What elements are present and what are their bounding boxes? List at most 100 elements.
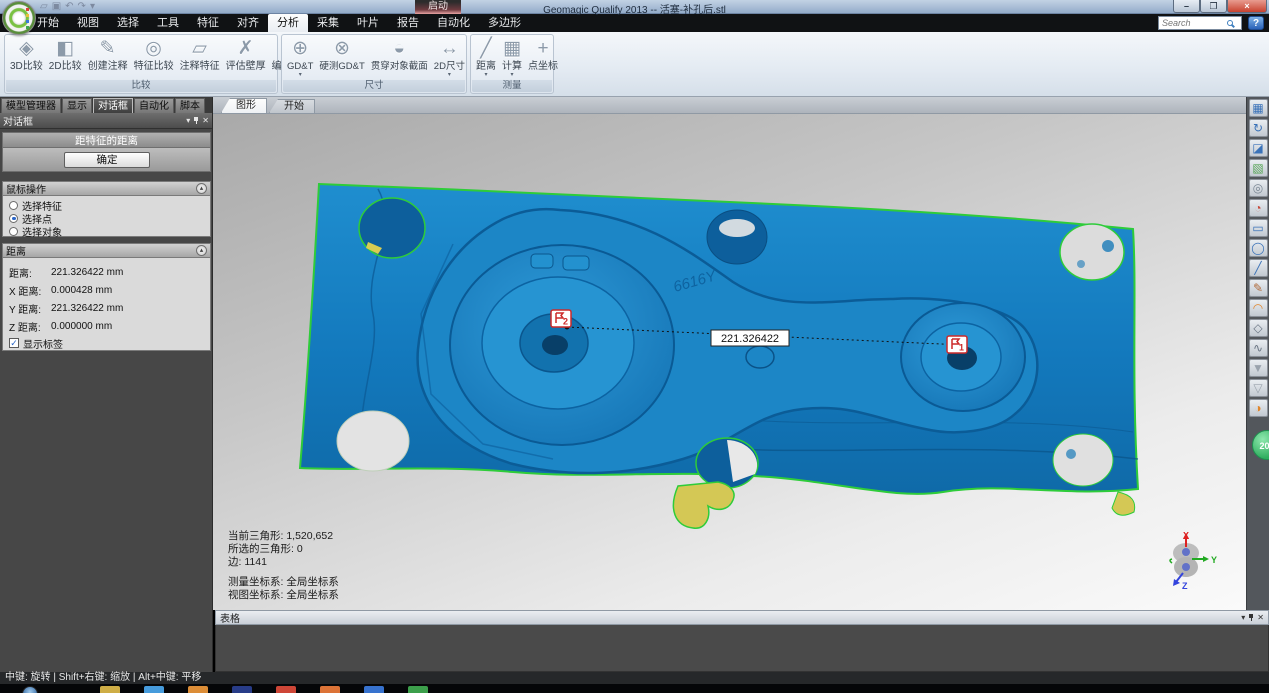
shaded-view-icon[interactable]: ◪ (1249, 139, 1268, 157)
point-marker-2[interactable]: 2 (551, 310, 571, 327)
tab-capture[interactable]: 采集 (308, 14, 348, 32)
svg-text:1: 1 (959, 343, 964, 353)
viewport-layout-icon[interactable]: ▦ (1249, 99, 1268, 117)
qat-menu-icon[interactable]: ▾ (90, 1, 95, 13)
vtab-start[interactable]: 开始 (269, 99, 315, 113)
tab-analysis[interactable]: 分析 (268, 14, 308, 32)
taskbar-app-icon[interactable] (144, 686, 164, 693)
search-input[interactable] (1159, 18, 1227, 28)
radio-option[interactable]: 选择点 (9, 212, 204, 224)
select-down-icon[interactable]: ▼ (1249, 359, 1268, 377)
tab-automation[interactable]: 自动化 (428, 14, 479, 32)
select-visible-icon[interactable]: ◑ (1249, 399, 1268, 417)
btn-annotate-feature[interactable]: ▱ 注释特征 ▾ (177, 36, 223, 80)
rectangle-select-icon[interactable]: ▭ (1249, 219, 1268, 237)
btn-3d-compare[interactable]: ◈ 3D比较 ▾ (7, 36, 46, 80)
taskbar-app-icon[interactable] (276, 686, 296, 693)
datum-display-icon[interactable]: ▧ (1249, 159, 1268, 177)
help-button[interactable]: ? (1248, 16, 1264, 30)
tab-tools[interactable]: 工具 (148, 14, 188, 32)
btn-2d-compare[interactable]: ◧ 2D比较 ▾ (46, 36, 85, 80)
radio-option[interactable]: 选择特征 (9, 199, 204, 211)
line-select-icon[interactable]: ╱ (1249, 259, 1268, 277)
brush-select-icon[interactable]: ✎ (1249, 279, 1268, 297)
ellipse-select-icon[interactable]: ◯ (1249, 239, 1268, 257)
tab-report[interactable]: 报告 (388, 14, 428, 32)
tab-lp-automation[interactable]: 自动化 (134, 98, 174, 113)
stat-edges: 边: 1141 (228, 556, 339, 569)
btn-gdt[interactable]: ⊕ GD&T ▾ (284, 36, 316, 80)
search-box (1158, 16, 1242, 30)
taskbar-app-icon[interactable] (100, 686, 120, 693)
taskbar-app-icon[interactable] (232, 686, 252, 693)
radio-option[interactable]: 选择对象 (9, 225, 204, 237)
btn-through-object-section[interactable]: ◒ 贯穿对象截面 ▾ (368, 36, 431, 80)
ribbon-group-measure: ╱ 距离 ▾ ▦ 计算 ▾ + 点坐标 ▾ 测量 (470, 34, 554, 94)
btn-evaluate-thickness[interactable]: ✗ 评估壁厚 ▾ (223, 36, 269, 80)
svg-text:2: 2 (563, 317, 568, 327)
pin-icon[interactable] (194, 117, 198, 124)
taskbar-app-icon[interactable] (320, 686, 340, 693)
collapse-section-button[interactable]: ▴ (196, 245, 207, 256)
panel-menu-icon[interactable]: ▾ (1241, 613, 1245, 623)
search-icon[interactable] (1227, 20, 1233, 26)
btn-point-coordinates[interactable]: + 点坐标 ▾ (525, 36, 561, 80)
minimize-button[interactable]: – (1173, 0, 1200, 13)
taskbar-app-icon[interactable] (188, 686, 208, 693)
select-back-icon[interactable]: ▽ (1249, 379, 1268, 397)
ribbon-group-dimension: ⊕ GD&T ▾ ⊗ 硬测GD&T ▾ ◒ 贯穿对象截面 ▾ ↔ 2D尺寸 ▾ … (281, 34, 467, 94)
restore-button[interactable]: ❐ (1200, 0, 1227, 13)
app-logo-icon[interactable] (2, 1, 36, 35)
tab-view[interactable]: 视图 (68, 14, 108, 32)
ok-button[interactable]: 确定 (64, 152, 150, 168)
btn-2d-dimension[interactable]: ↔ 2D尺寸 ▾ (431, 36, 468, 80)
close-button[interactable]: × (1227, 0, 1267, 13)
tab-display[interactable]: 显示 (62, 98, 92, 113)
open-icon[interactable]: ▱ (40, 1, 48, 13)
collapse-section-button[interactable]: ▴ (196, 183, 207, 194)
tab-select[interactable]: 选择 (108, 14, 148, 32)
save-icon[interactable]: ▣ (52, 1, 61, 13)
polyline-select-icon[interactable]: ∿ (1249, 339, 1268, 357)
taskbar-app-icon[interactable] (408, 686, 428, 693)
btn-hard-probe-gdt[interactable]: ⊗ 硬测GD&T ▾ (316, 36, 367, 80)
zoom-window-icon[interactable]: ◎ (1249, 179, 1268, 197)
point-marker-1[interactable]: 1 (947, 336, 967, 353)
btn-distance[interactable]: ╱ 距离 ▾ (473, 36, 499, 80)
measurement-label[interactable]: 221.326422 (711, 330, 789, 346)
tab-dialog[interactable]: 对话框 (93, 98, 133, 113)
3d-viewport[interactable]: 6616Y 221.326422 2 1 当前三角形: 1,520,652 所选… (213, 114, 1246, 610)
rotate-view-icon[interactable]: ↻ (1249, 119, 1268, 137)
btn-create-annotation[interactable]: ✎ 创建注释 ▾ (85, 36, 131, 80)
ribbon-tabs: 开始视图选择工具特征对齐分析采集叶片报告自动化多边形 (28, 14, 530, 32)
taskbar-app-icon[interactable] (364, 686, 384, 693)
logo-dot (26, 26, 29, 29)
lasso-select-icon[interactable]: ◠ (1249, 299, 1268, 317)
stat-measure-csys: 测量坐标系: 全局坐标系 (228, 576, 339, 589)
show-label-checkbox-row[interactable]: ✓ 显示标签 (9, 336, 204, 350)
tab-feature[interactable]: 特征 (188, 14, 228, 32)
btn-calculate[interactable]: ▦ 计算 ▾ (499, 36, 525, 80)
panel-close-icon[interactable]: ✕ (1257, 613, 1264, 623)
panel-close-icon[interactable]: ✕ (202, 116, 209, 126)
zoom-level-badge[interactable]: 200 (1252, 430, 1269, 460)
redo-icon[interactable]: ↷ (78, 1, 86, 13)
pin-icon[interactable] (1249, 614, 1253, 621)
btn-feature-compare[interactable]: ◎ 特征比较 ▾ (131, 36, 177, 80)
color-wheel-icon[interactable]: ◔ (1249, 199, 1268, 217)
start-button[interactable] (22, 686, 38, 693)
polygon-select-icon[interactable]: ◇ (1249, 319, 1268, 337)
panel-menu-icon[interactable]: ▾ (186, 116, 190, 126)
vtab-graphics[interactable]: 图形 (221, 98, 267, 113)
checkbox-icon: ✓ (9, 338, 19, 348)
svg-text:Z: Z (1182, 581, 1188, 591)
tab-script[interactable]: 脚本 (175, 98, 205, 113)
undo-icon[interactable]: ↶ (65, 1, 73, 13)
tab-blade[interactable]: 叶片 (348, 14, 388, 32)
ribbon-button-icon: ⊗ (334, 37, 350, 61)
ribbon-group-compare: ◈ 3D比较 ▾ ◧ 2D比较 ▾ ✎ 创建注释 ▾ ◎ 特征比较 ▾ ▱ 注释… (4, 34, 278, 94)
tab-polygon[interactable]: 多边形 (479, 14, 530, 32)
tab-align[interactable]: 对齐 (228, 14, 268, 32)
tab-model-manager[interactable]: 模型管理器 (1, 98, 61, 113)
distance-value-row: Y 距离: 221.326422 mm (9, 299, 204, 317)
